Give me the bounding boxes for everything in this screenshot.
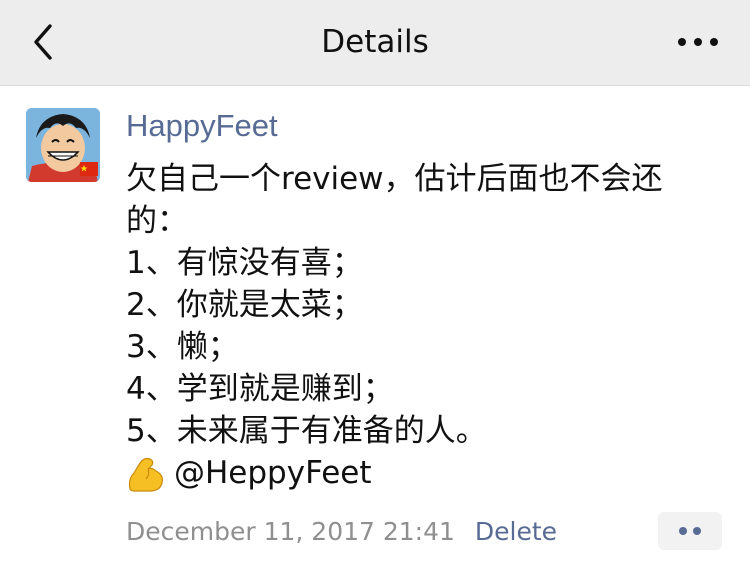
comment-like-button[interactable]	[658, 512, 722, 550]
flexed-biceps-icon	[128, 457, 163, 492]
post-content: 欠自己一个review，估计后面也不会还 的： 1、有惊没有喜； 2、你就是太菜…	[126, 161, 663, 449]
mention-line: @HeppyFeet	[126, 452, 372, 494]
delete-button[interactable]: Delete	[475, 517, 557, 546]
author-name[interactable]: HappyFeet	[126, 106, 278, 146]
avatar[interactable]	[26, 108, 100, 182]
navigation-bar: Details	[0, 0, 750, 86]
two-dots-icon	[679, 527, 701, 535]
post-meta: December 11, 2017 21:41 Delete	[126, 512, 557, 552]
more-options-icon[interactable]	[674, 28, 722, 56]
mention-text[interactable]: @HeppyFeet	[174, 452, 372, 494]
page-title: Details	[321, 24, 429, 60]
timestamp: December 11, 2017 21:41	[126, 517, 455, 546]
